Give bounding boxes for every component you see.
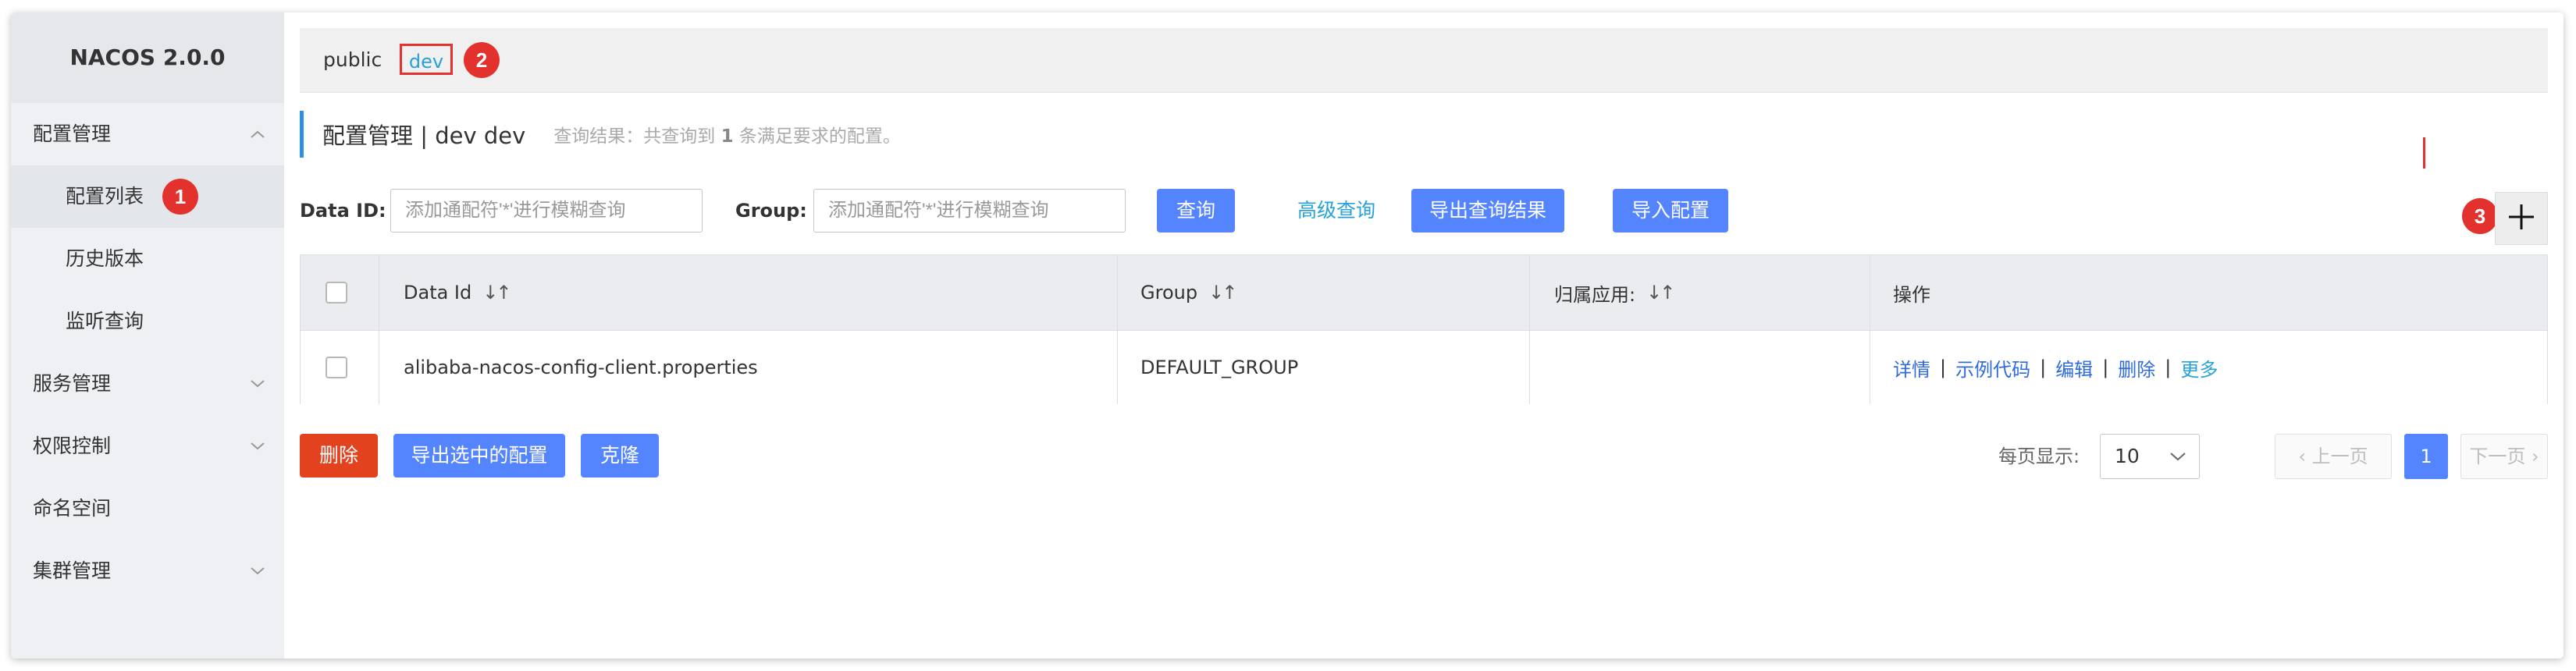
column-header-actions: 操作 (1893, 283, 1930, 306)
table-footer: 删除 导出选中的配置 克隆 每页显示: 10 ‹ 上一页 1 下一页 › (300, 434, 2548, 479)
more-link[interactable]: 更多 (2180, 354, 2218, 382)
chevron-down-icon (248, 415, 267, 478)
chevron-down-icon (2169, 435, 2186, 478)
sidebar-item-label: 权限控制 (33, 435, 112, 457)
column-header-dataid[interactable]: Data Id ↓↑ (404, 255, 511, 330)
sidebar-item-cluster-management[interactable]: 集群管理 (11, 540, 284, 602)
page-title-row: 配置管理 | dev dev 查询结果：共查询到 1 条满足要求的配置。 (300, 111, 901, 158)
select-all-cell (326, 255, 347, 330)
sidebar-item-config-management[interactable]: 配置管理 (11, 103, 284, 165)
page-size-label: 每页显示: (1998, 446, 2080, 467)
app-logo: NACOS 2.0.0 (11, 12, 284, 103)
chevron-down-icon (248, 540, 267, 602)
column-header-group[interactable]: Group ↓↑ (1140, 255, 1237, 330)
annotation-marker-3: 3 (2462, 198, 2498, 234)
sidebar-item-label: 配置管理 (33, 122, 112, 145)
add-config-button[interactable] (2495, 192, 2548, 245)
sidebar-item-listener-query[interactable]: 监听查询 (11, 290, 284, 353)
delete-button[interactable]: 删除 (300, 434, 378, 478)
row-select-cell (326, 331, 347, 404)
sidebar-item-namespace[interactable]: 命名空间 (11, 478, 284, 540)
namespace-bar: public dev 2 (300, 28, 2548, 93)
sidebar-item-service-management[interactable]: 服务管理 (11, 353, 284, 415)
column-header-app[interactable]: 归属应用: ↓↑ (1554, 255, 1675, 330)
cell-group: DEFAULT_GROUP (1140, 357, 1299, 378)
annotation-marker-2: 2 (464, 42, 500, 78)
group-input[interactable]: 添加通配符'*'进行模糊查询 (813, 189, 1126, 233)
dataid-input[interactable]: 添加通配符'*'进行模糊查询 (390, 189, 703, 233)
dataid-label: Data ID: (300, 200, 386, 222)
chevron-right-icon: › (2525, 446, 2539, 467)
chevron-left-icon: ‹ (2298, 446, 2312, 467)
main-content: public dev 2 配置管理 | dev dev 查询结果：共查询到 1 … (284, 12, 2564, 659)
query-button[interactable]: 查询 (1157, 189, 1235, 233)
sidebar-item-label: 服务管理 (33, 372, 112, 395)
sidebar-item-access-control[interactable]: 权限控制 (11, 415, 284, 478)
row-checkbox[interactable] (326, 357, 347, 378)
config-table: Data Id ↓↑ Group ↓↑ 归属应用: ↓↑ 操作 alibaba-… (300, 254, 2548, 404)
namespace-dev[interactable]: dev (400, 44, 453, 75)
details-link[interactable]: 详情 (1893, 354, 1930, 382)
table-header: Data Id ↓↑ Group ↓↑ 归属应用: ↓↑ 操作 (301, 255, 2547, 330)
cell-dataid: alibaba-nacos-config-client.properties (404, 357, 758, 378)
sidebar-item-config-list[interactable]: 配置列表 1 (11, 165, 284, 228)
page-number-current[interactable]: 1 (2404, 434, 2448, 479)
prev-page-button[interactable]: ‹ 上一页 (2275, 434, 2392, 479)
clone-button[interactable]: 克隆 (581, 434, 659, 478)
delete-link[interactable]: 删除 (2118, 354, 2155, 382)
annotation-marker-1: 1 (162, 179, 198, 215)
sample-code-link[interactable]: 示例代码 (1955, 354, 2030, 382)
sidebar-item-label: 集群管理 (33, 559, 112, 582)
export-selected-button[interactable]: 导出选中的配置 (393, 434, 565, 478)
select-all-checkbox[interactable] (326, 282, 347, 304)
page-size-select[interactable]: 10 (2100, 434, 2200, 479)
sort-icon[interactable]: ↓↑ (482, 282, 511, 304)
sort-icon[interactable]: ↓↑ (1208, 282, 1237, 304)
cell-actions: 详情 | 示例代码 | 编辑 | 删除 | 更多 (1893, 331, 2218, 404)
edit-link[interactable]: 编辑 (2055, 354, 2093, 382)
search-bar: Data ID: 添加通配符'*'进行模糊查询 Group: 添加通配符'*'进… (300, 189, 2564, 233)
import-config-button[interactable]: 导入配置 (1613, 189, 1728, 233)
sidebar-item-label: 配置列表 (66, 185, 144, 208)
sidebar: NACOS 2.0.0 配置管理 配置列表 1 历史版本 监听查询 服务管理 权… (11, 12, 284, 659)
page-title: 配置管理 | dev dev (322, 122, 526, 149)
chevron-down-icon (248, 353, 267, 415)
sidebar-item-label: 监听查询 (66, 310, 144, 332)
export-results-button[interactable]: 导出查询结果 (1411, 189, 1564, 233)
sidebar-item-history[interactable]: 历史版本 (11, 228, 284, 290)
group-label: Group: (735, 200, 807, 222)
plus-icon (2506, 201, 2537, 236)
chevron-up-icon (248, 103, 267, 165)
sort-icon[interactable]: ↓↑ (1646, 282, 1675, 304)
query-result-summary: 查询结果：共查询到 1 条满足要求的配置。 (553, 126, 901, 147)
next-page-button[interactable]: 下一页 › (2460, 434, 2548, 479)
sidebar-item-label: 命名空间 (33, 497, 112, 520)
annotation-line (2423, 137, 2425, 169)
namespace-public[interactable]: public (323, 28, 382, 92)
table-row: alibaba-nacos-config-client.properties D… (301, 330, 2547, 404)
app-window: NACOS 2.0.0 配置管理 配置列表 1 历史版本 监听查询 服务管理 权… (11, 12, 2564, 659)
advanced-query-link[interactable]: 高级查询 (1297, 189, 1375, 233)
sidebar-item-label: 历史版本 (66, 247, 144, 270)
